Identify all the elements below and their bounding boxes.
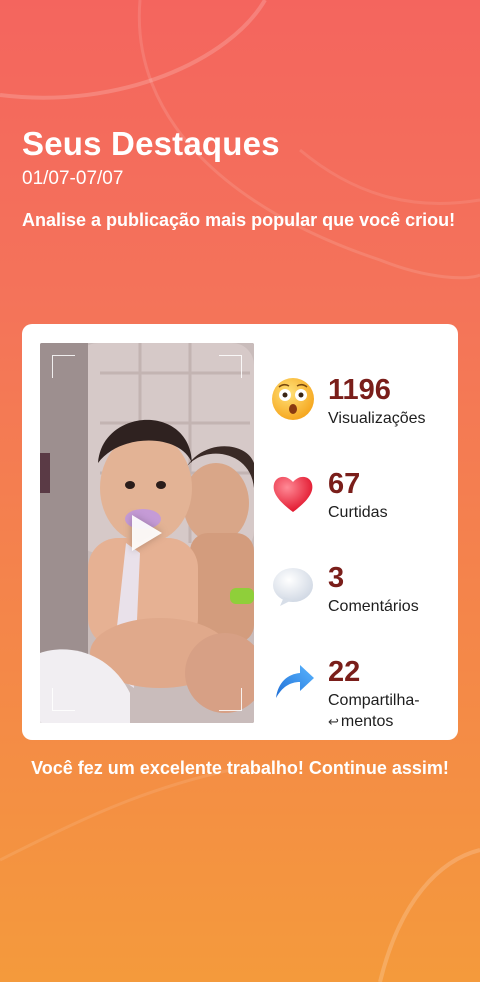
- shares-label: Compartilha- ↩ mentos: [328, 690, 456, 732]
- stats-list: 1196 Visualizações 67 Curtidas 3 Comentá…: [270, 368, 456, 744]
- wrap-arrow-icon: ↩: [328, 714, 339, 729]
- stat-comments: 3 Comentários: [270, 556, 456, 650]
- likes-count: 67: [328, 468, 361, 500]
- subtitle: Analise a publicação mais popular que vo…: [22, 210, 456, 230]
- shares-count: 22: [328, 656, 361, 688]
- likes-label: Curtidas: [328, 504, 388, 521]
- video-thumbnail[interactable]: [40, 343, 254, 723]
- stat-likes: 67 Curtidas: [270, 462, 456, 556]
- header: Seus Destaques 01/07-07/07 Analise a pub…: [22, 124, 462, 233]
- views-label: Visualizações: [328, 410, 426, 427]
- page-title: Seus Destaques: [22, 125, 280, 162]
- comments-count: 3: [328, 562, 345, 594]
- stat-views: 1196 Visualizações: [270, 368, 456, 462]
- encouragement-message: Você fez um excelente trabalho! Continue…: [31, 758, 449, 778]
- comments-label: Comentários: [328, 598, 419, 615]
- date-range: 01/07-07/07: [22, 168, 124, 189]
- frame-corner-bottom-left: [52, 688, 75, 711]
- stat-shares: 22 Compartilha- ↩ mentos: [270, 650, 456, 744]
- frame-corner-bottom-right: [219, 688, 242, 711]
- views-count: 1196: [328, 374, 391, 406]
- share-arrow-icon: [276, 665, 314, 698]
- heart-icon: [273, 476, 313, 512]
- shares-label-line2: mentos: [340, 713, 394, 730]
- frame-corner-top-right: [219, 355, 242, 378]
- surprised-face-icon: [272, 378, 314, 420]
- speech-bubble-icon: [273, 568, 313, 606]
- frame-corner-top-left: [52, 355, 75, 378]
- highlight-card: 1196 Visualizações 67 Curtidas 3 Comentá…: [22, 324, 458, 740]
- shares-label-line2-wrapper: ↩ mentos: [328, 711, 456, 732]
- play-icon[interactable]: [132, 515, 162, 551]
- shares-label-line1: Compartilha-: [328, 692, 420, 709]
